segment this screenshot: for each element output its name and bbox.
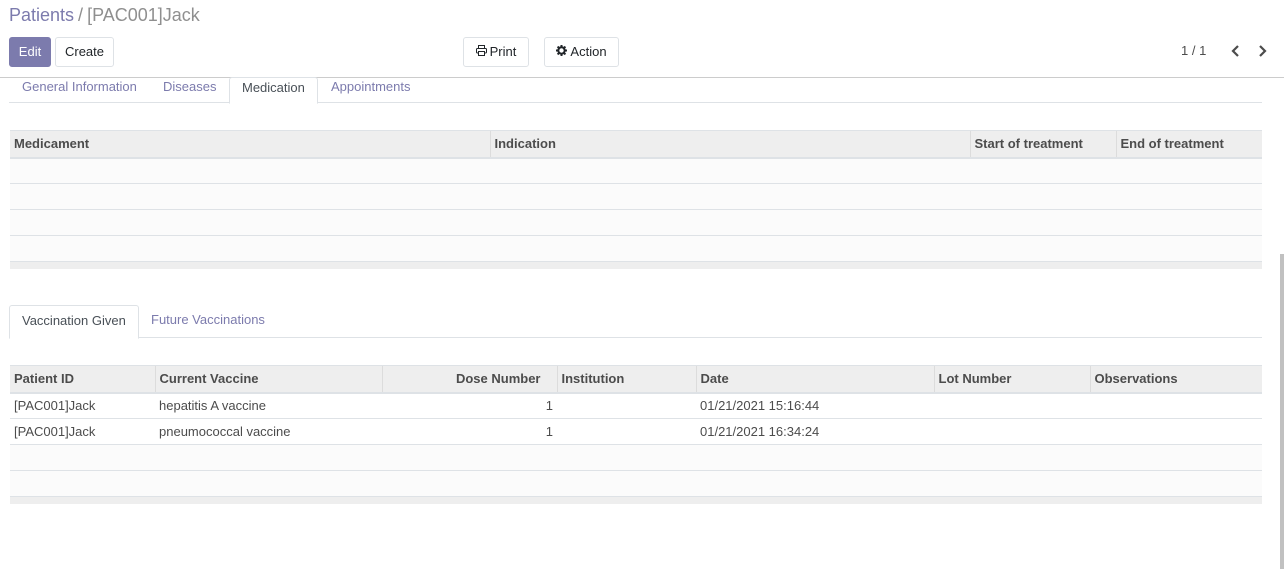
action-button[interactable]: Action: [544, 37, 619, 67]
scrollbar[interactable]: [1280, 254, 1284, 569]
cell-current-vaccine: pneumococcal vaccine: [155, 418, 382, 445]
breadcrumb-current: [PAC001]Jack: [87, 5, 200, 25]
column-header-dose-number[interactable]: Dose Number: [381, 365, 557, 394]
cell-patient-id: [PAC001]Jack: [10, 418, 155, 445]
print-button[interactable]: Print: [463, 37, 529, 67]
cell-date: 01/21/2021 15:16:44: [696, 392, 934, 419]
tab-general-information[interactable]: General Information: [10, 77, 149, 103]
cell-patient-id: [PAC001]Jack: [10, 392, 155, 419]
cell-current-vaccine: hepatitis A vaccine: [155, 392, 382, 419]
tab-future-vaccinations[interactable]: Future Vaccinations: [139, 305, 277, 338]
breadcrumb-patients-link[interactable]: Patients: [9, 5, 74, 25]
cell-dose-number: 1: [382, 418, 557, 445]
tab-appointments[interactable]: Appointments: [319, 77, 423, 103]
empty-row: [10, 209, 1262, 236]
tab-medication[interactable]: Medication: [229, 77, 318, 104]
column-header-date[interactable]: Date: [695, 365, 934, 394]
cell-observations: [1090, 418, 1262, 445]
table-footer: [10, 496, 1262, 504]
pager-value[interactable]: 1 / 1: [1181, 43, 1206, 58]
table-row[interactable]: [PAC001]Jack pneumococcal vaccine 1 01/2…: [10, 418, 1262, 445]
cell-institution: [557, 392, 696, 419]
chevron-left-icon[interactable]: [1228, 42, 1244, 60]
cell-dose-number: 1: [382, 392, 557, 419]
create-button[interactable]: Create: [55, 37, 114, 67]
cell-institution: [557, 418, 696, 445]
edit-button[interactable]: Edit: [9, 37, 51, 67]
column-header-patient-id[interactable]: Patient ID: [10, 365, 155, 394]
vaccination-tabs: Vaccination Given Future Vaccinations: [9, 305, 1262, 339]
cell-observations: [1090, 392, 1262, 419]
tab-vaccination-given[interactable]: Vaccination Given: [9, 305, 139, 339]
cell-lot-number: [934, 392, 1090, 419]
empty-row: [10, 444, 1262, 471]
empty-row: [10, 183, 1262, 210]
column-header-institution[interactable]: Institution: [556, 365, 696, 394]
chevron-right-icon[interactable]: [1255, 42, 1271, 60]
column-header-medicament[interactable]: Medicament: [10, 130, 490, 159]
vaccination-table: Patient ID Current Vaccine Dose Number I…: [10, 365, 1262, 504]
medication-table: Medicament Indication Start of treatment…: [10, 130, 1262, 269]
table-row[interactable]: [PAC001]Jack hepatitis A vaccine 1 01/21…: [10, 392, 1262, 419]
empty-row: [10, 157, 1262, 184]
empty-row: [10, 470, 1262, 497]
gear-icon: [556, 38, 568, 66]
main-tabs: General Information Diseases Medication …: [9, 77, 1262, 104]
print-label: Print: [489, 44, 517, 59]
column-header-indication[interactable]: Indication: [489, 130, 970, 159]
breadcrumb: Patients / [PAC001]Jack: [9, 5, 200, 25]
print-icon: [475, 38, 487, 66]
table-footer: [10, 261, 1262, 269]
column-header-lot-number[interactable]: Lot Number: [933, 365, 1090, 394]
empty-row: [10, 235, 1262, 262]
breadcrumb-separator: /: [78, 5, 84, 25]
action-label: Action: [570, 44, 607, 59]
cell-date: 01/21/2021 16:34:24: [696, 418, 934, 445]
control-panel: Patients / [PAC001]Jack Edit Create Print …: [0, 0, 1284, 78]
tab-diseases[interactable]: Diseases: [151, 77, 228, 103]
column-header-current-vaccine[interactable]: Current Vaccine: [154, 365, 382, 394]
cell-lot-number: [934, 418, 1090, 445]
column-header-start-of-treatment[interactable]: Start of treatment: [969, 130, 1116, 159]
column-header-observations[interactable]: Observations: [1089, 365, 1262, 394]
column-header-end-of-treatment[interactable]: End of treatment: [1115, 130, 1262, 159]
